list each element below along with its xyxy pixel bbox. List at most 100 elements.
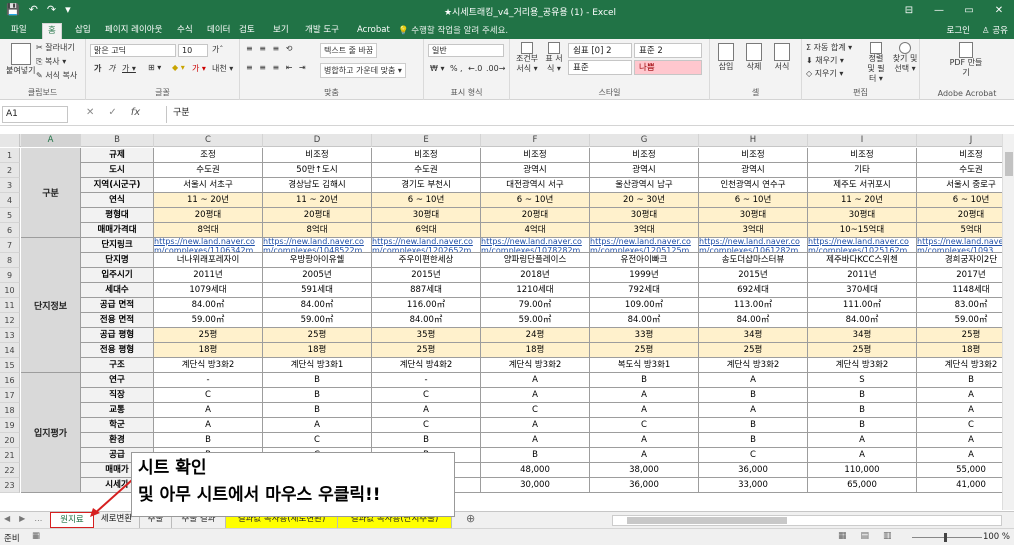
cell-H21[interactable]: C [699, 448, 808, 463]
cut-button[interactable]: ✂ 잘라내기 [36, 42, 75, 53]
function-icon[interactable]: fx [131, 107, 140, 118]
cell-E8[interactable]: 주우이편한세상 [372, 253, 481, 268]
cell-H5[interactable]: 30평대 [699, 208, 808, 223]
normal-view-icon[interactable]: ▦ [838, 531, 847, 541]
cell-F11[interactable]: 79.00㎡ [481, 298, 590, 313]
comma-button[interactable]: , [460, 64, 463, 73]
cell-I17[interactable]: B [808, 388, 917, 403]
cell-H10[interactable]: 692세대 [699, 283, 808, 298]
cell-style-normal2[interactable]: 표준 2 [634, 43, 702, 58]
cell-G16[interactable]: B [590, 373, 699, 388]
zoom-level[interactable]: 100 % [983, 532, 1010, 542]
cell-C3[interactable]: 서울시 서초구 [154, 178, 263, 193]
cell-C9[interactable]: 2011년 [154, 268, 263, 283]
cell-H2[interactable]: 광역시 [699, 163, 808, 178]
cell-I1[interactable]: 비조정 [808, 148, 917, 163]
cell-C20[interactable]: B [154, 433, 263, 448]
cell-F17[interactable]: A [481, 388, 590, 403]
minimize-icon[interactable]: — [924, 0, 954, 22]
ribbon-tab-7[interactable]: 보기 [268, 23, 294, 39]
cell-H11[interactable]: 113.00㎡ [699, 298, 808, 313]
cell-C16[interactable]: - [154, 373, 263, 388]
cell-E1[interactable]: 비조정 [372, 148, 481, 163]
ribbon-tab-2[interactable]: 삽입 [70, 23, 96, 39]
cell-C10[interactable]: 1079세대 [154, 283, 263, 298]
horizontal-scrollbar[interactable] [612, 515, 1002, 526]
autosum-button[interactable]: Σ 자동 합계 ▾ [806, 42, 852, 53]
cell-E11[interactable]: 116.00㎡ [372, 298, 481, 313]
column-header-F[interactable]: F [481, 134, 590, 147]
cell-D4[interactable]: 11 ~ 20년 [263, 193, 372, 208]
ribbon-display-icon[interactable]: ⊟ [894, 0, 924, 22]
cell-E9[interactable]: 2015년 [372, 268, 481, 283]
cell-G23[interactable]: 36,000 [590, 478, 699, 493]
restore-icon[interactable]: ▭ [954, 0, 984, 22]
cell-I15[interactable]: 계단식 방3화2 [808, 358, 917, 373]
font-name-combo[interactable]: 맑은 고딕 [90, 44, 176, 57]
cell-J1[interactable]: 비조정 [917, 148, 1002, 163]
column-header-H[interactable]: H [699, 134, 808, 147]
cell-D17[interactable]: B [263, 388, 372, 403]
cell-F9[interactable]: 2018년 [481, 268, 590, 283]
cell-D1[interactable]: 비조정 [263, 148, 372, 163]
zoom-slider[interactable] [912, 537, 982, 538]
cell-J8[interactable]: 경희궁자이2단 [917, 253, 1002, 268]
cell-C2[interactable]: 수도권 [154, 163, 263, 178]
row-header-19[interactable]: 19 [0, 418, 20, 433]
table-format-button[interactable]: 표 서식 ▾ [542, 42, 566, 74]
cell-F14[interactable]: 18평 [481, 343, 590, 358]
cell-G9[interactable]: 1999년 [590, 268, 699, 283]
wrap-text-button[interactable]: 텍스트 줄 바꿈 [320, 43, 378, 58]
cell-style-comma[interactable]: 쉼표 [0] 2 [568, 43, 632, 58]
cell-F13[interactable]: 24평 [481, 328, 590, 343]
cell-E3[interactable]: 경기도 부천시 [372, 178, 481, 193]
cell-G14[interactable]: 25평 [590, 343, 699, 358]
cell-J4[interactable]: 6 ~ 10년 [917, 193, 1002, 208]
cell-I10[interactable]: 370세대 [808, 283, 917, 298]
cell-D6[interactable]: 8억대 [263, 223, 372, 238]
column-header-G[interactable]: G [590, 134, 699, 147]
cell-I23[interactable]: 65,000 [808, 478, 917, 493]
row-label-20[interactable]: 환경 [81, 433, 154, 448]
cell-H15[interactable]: 계단식 방3화2 [699, 358, 808, 373]
cell-C13[interactable]: 25평 [154, 328, 263, 343]
cell-J20[interactable]: A [917, 433, 1002, 448]
cell-E6[interactable]: 6억대 [372, 223, 481, 238]
ribbon-tab-5[interactable]: 데이터 [202, 23, 235, 39]
grow-font-button[interactable]: 가ˆ [212, 44, 223, 55]
cell-I20[interactable]: A [808, 433, 917, 448]
cell-H1[interactable]: 비조정 [699, 148, 808, 163]
cell-I8[interactable]: 제주바다KCC스위첸 [808, 253, 917, 268]
save-icon[interactable]: 💾 [6, 3, 20, 16]
cell-G19[interactable]: C [590, 418, 699, 433]
cell-J2[interactable]: 수도권 [917, 163, 1002, 178]
cell-F16[interactable]: A [481, 373, 590, 388]
cell-F7[interactable]: https://new.land.naver.com/complexes/107… [481, 238, 590, 253]
cell-J18[interactable]: A [917, 403, 1002, 418]
column-header-C[interactable]: C [154, 134, 263, 147]
cell-J21[interactable]: A [917, 448, 1002, 463]
align-top-icons[interactable]: ≡ ≡ ≡ ⟲ [246, 44, 294, 53]
fill-button[interactable]: ⬇ 채우기 ▾ [806, 55, 844, 66]
cell-H20[interactable]: B [699, 433, 808, 448]
cell-J5[interactable]: 20평대 [917, 208, 1002, 223]
row-label-18[interactable]: 교통 [81, 403, 154, 418]
conditional-format-button[interactable]: 조건부 서식 ▾ [514, 42, 540, 74]
cell-C6[interactable]: 8억대 [154, 223, 263, 238]
cell-H7[interactable]: https://new.land.naver.com/complexes/106… [699, 238, 808, 253]
row-label-16[interactable]: 연구 [81, 373, 154, 388]
customize-icon[interactable]: ▾ [65, 3, 71, 16]
sort-filter-button[interactable]: 정렬 및 필터 ▾ [864, 42, 888, 84]
row-label-5[interactable]: 평형대 [81, 208, 154, 223]
cell-D15[interactable]: 계단식 방3화1 [263, 358, 372, 373]
row-label-19[interactable]: 학군 [81, 418, 154, 433]
cell-D11[interactable]: 84.00㎡ [263, 298, 372, 313]
cell-H19[interactable]: B [699, 418, 808, 433]
cell-H17[interactable]: B [699, 388, 808, 403]
page-break-icon[interactable]: ▥ [883, 531, 892, 541]
format-cells-button[interactable]: 서식 [774, 43, 790, 72]
formula-input[interactable]: 구분 [166, 106, 1012, 123]
cell-I4[interactable]: 11 ~ 20년 [808, 193, 917, 208]
row-header-6[interactable]: 6 [0, 223, 20, 238]
row-header-2[interactable]: 2 [0, 163, 20, 178]
